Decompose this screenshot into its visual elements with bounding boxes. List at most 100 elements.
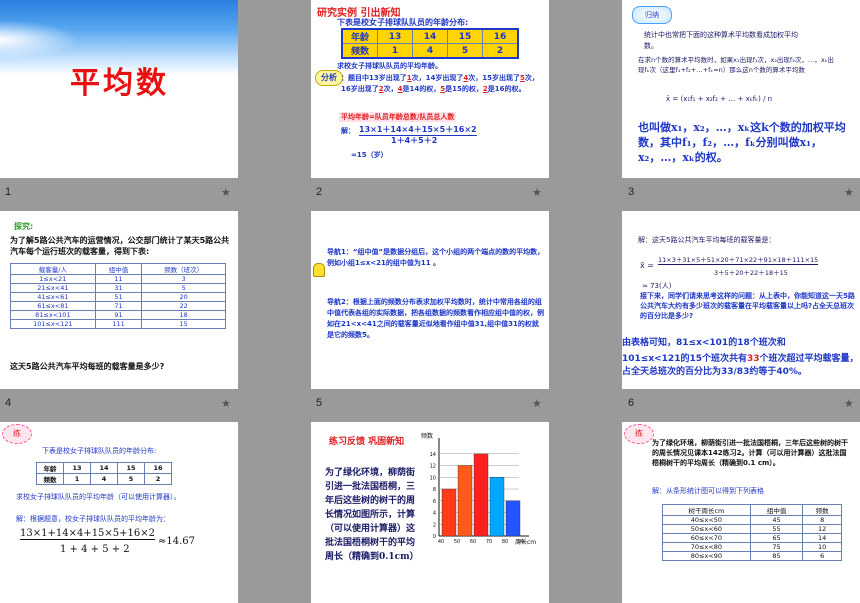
- table-cell: 6: [802, 551, 842, 561]
- slide-number-4: 4: [5, 397, 12, 409]
- y-tick-label: 0: [433, 534, 436, 540]
- table-row: 81≤x<101 91 18: [10, 310, 226, 320]
- bar: [505, 500, 521, 537]
- table-cell: 4: [412, 43, 448, 59]
- slide-2-thumbnail[interactable]: 研究实例 引出新知 下表是校女子排球队队员的年龄分布: 年龄 13 14 15 …: [311, 0, 549, 178]
- column-header: 组中值: [749, 504, 804, 516]
- table-cell: 1: [63, 473, 91, 485]
- column-header: 树干周长cm: [662, 504, 751, 516]
- slide-title: 平均数: [70, 66, 169, 101]
- slide-6-thumbnail[interactable]: 解：这天5路公共汽车平均每班的载客量是： x̄ = 11×3＋31×5＋51×2…: [622, 211, 860, 389]
- table-cell: 年龄: [36, 462, 64, 474]
- table-cell: 10: [802, 542, 842, 552]
- slide-star-icon[interactable]: ★: [221, 186, 231, 199]
- table-cell: 81≤x<101: [10, 310, 96, 320]
- analysis-text: ：题目中13岁出现了1次，14岁出现了4次，15岁出现了5次，16岁出现了2次，…: [341, 73, 546, 95]
- age-table: 年龄 13 14 15 16 频数 1 4 5 2: [36, 462, 172, 485]
- table-cell: 年龄: [341, 28, 378, 44]
- summary-badge: 归纳: [632, 6, 672, 24]
- solution-intro: 解：这天5路公共汽车平均每班的载客量是：: [638, 236, 776, 244]
- table-cell: 18: [141, 310, 226, 320]
- table-cell: 频数: [341, 43, 378, 59]
- table-cell: 14: [412, 28, 448, 44]
- table-cell: 61≤x<81: [10, 301, 96, 311]
- solution-label: 解：: [341, 127, 355, 135]
- table-row: 61≤x<81 71 22: [10, 301, 226, 311]
- lightbulb-icon: [313, 263, 325, 277]
- slide-star-icon[interactable]: ★: [844, 186, 854, 199]
- slide-star-icon[interactable]: ★: [532, 397, 542, 410]
- bar: [489, 477, 505, 537]
- table-row: 60≤x<70 65 14: [662, 533, 842, 543]
- table-cell: 14: [802, 533, 842, 543]
- slide-star-icon[interactable]: ★: [532, 186, 542, 199]
- column-header: 频数（班次）: [141, 263, 226, 275]
- slide-4-thumbnail[interactable]: 探究: 为了解5路公共汽车的运营情况，公交部门统计了某天5路公共汽车每个运行班次…: [0, 211, 238, 389]
- slide-number-5: 5: [316, 397, 323, 409]
- slide-star-icon[interactable]: ★: [844, 397, 854, 410]
- table-cell: 50≤x<60: [662, 524, 751, 534]
- bar: [441, 488, 457, 537]
- x-tick-label: 70: [486, 539, 492, 545]
- table-cell: 1: [377, 43, 413, 59]
- bar: [457, 465, 473, 537]
- slide-3-thumbnail[interactable]: 归纳 统计中也常把下面的这种算术平均数看成加权平均数。 在求n个数的算术平均数时…: [622, 0, 860, 178]
- trunk-table: 树干周长cm 组中值 频数 40≤x<50 45 8 50≤x<60 55 12 60≤…: [662, 504, 842, 561]
- table-cell: 31: [94, 283, 143, 293]
- table-cell: 22: [141, 301, 226, 311]
- text-fragment: 是14的权，: [402, 85, 441, 93]
- section-heading: 练习反馈 巩固新知: [329, 437, 405, 447]
- solution-label: 解：从条形统计图可以得到下列表格: [652, 487, 764, 495]
- table-cell: 2: [482, 43, 519, 59]
- table-header-row: 树干周长cm 组中值 频数: [662, 504, 842, 516]
- text-fragment: 次，15岁出现了: [468, 74, 520, 82]
- x-tick-label: 80: [502, 539, 508, 545]
- table-cell: 5: [447, 43, 483, 59]
- slide-star-icon[interactable]: ★: [221, 397, 231, 410]
- table-cell: 71: [94, 301, 143, 311]
- table-cell: 1≤x<21: [10, 274, 96, 284]
- slide-8-thumbnail[interactable]: 练习反馈 巩固新知 为了绿化环境，柳荫街引进一批法国梧桐，三年后这些树的树干的周…: [311, 422, 549, 603]
- explore-label: 探究:: [14, 222, 34, 231]
- table-cell: 51: [94, 292, 143, 302]
- fraction-numerator: 13×1+14×4+15×5+16×2: [20, 528, 155, 540]
- table-row: 70≤x<80 75 10: [662, 542, 842, 552]
- exercise-text: 为了绿化环境，柳荫街引进一批法国梧桐，三年后这些树的树干的周长情况如图所示，计算…: [325, 468, 419, 562]
- fraction-denominator: 1 + 4 + 5 + 2: [60, 544, 130, 555]
- analysis-badge: 分析: [315, 70, 343, 86]
- table-cell: 41≤x<61: [10, 292, 96, 302]
- slide-9-thumbnail[interactable]: 练 为了绿化环境，柳荫街引进一批法国梧桐，三年后这些树的树干的周长情况见课本14…: [622, 422, 860, 603]
- slide-5-thumbnail[interactable]: 导航1：“组中值”是数据分组后，这个小组的两个端点的数的平均数，例如小组1≤x<…: [311, 211, 549, 389]
- table-cell: 13: [377, 28, 413, 44]
- answer-line-1: 由表格可知，81≤x<101的18个班次和: [622, 338, 786, 348]
- table-row: 1≤x<21 11 3: [10, 274, 226, 284]
- table-cell: 15: [447, 28, 483, 44]
- table-cell: 4: [90, 473, 118, 485]
- table-cell: 111: [94, 319, 143, 329]
- text-fragment: 次，: [383, 85, 398, 93]
- slide-1-thumbnail[interactable]: 平均数: [0, 0, 238, 178]
- table-cell: 14: [90, 462, 118, 474]
- frequency-bar-chart: 频数 周长cm 02468101214 40 50 60 70 80 90: [421, 432, 536, 546]
- age-table: 年龄 13 14 15 16 频数 1 4 5 2: [341, 28, 519, 59]
- table-cell: 70≤x<80: [662, 542, 751, 552]
- table-row: 50≤x<60 55 12: [662, 524, 842, 534]
- slide-7-thumbnail[interactable]: 练 下表是校女子排球队队员的年龄分布: 年龄 13 14 15 16 频数 1 …: [0, 422, 238, 603]
- table-header-row: 载客量/人 组中值 频数（班次）: [10, 263, 226, 275]
- x-tick-label: 50: [454, 539, 460, 545]
- follow-up-question: 接下来，同学们请来思考这样的问题：从上表中，你能知道这一天5路公共汽车大约有多少…: [640, 292, 855, 320]
- answer-line-2: 101≤x<121的15个班次共有33个班次超过平均载客量，占全天总班次的百分比…: [622, 353, 860, 379]
- table-cell: 5: [117, 473, 145, 485]
- table-row: 21≤x<41 31 5: [10, 283, 226, 293]
- table-cell: 11: [94, 274, 143, 284]
- table-row: 41≤x<61 51 20: [10, 292, 226, 302]
- table-cell: 75: [749, 542, 804, 552]
- practice-badge: 练: [624, 424, 654, 444]
- table-cell: 13: [63, 462, 91, 474]
- fraction-denominator: 1＋4＋5＋2: [391, 136, 438, 145]
- x-tick-label: 60: [470, 539, 476, 545]
- bus-load-table: 载客量/人 组中值 频数（班次） 1≤x<21 11 3 21≤x<41 31 5 41…: [10, 263, 226, 329]
- column-header: 组中值: [94, 263, 143, 275]
- xbar-symbol: x̄ =: [640, 261, 654, 270]
- exercise-text: 为了绿化环境，柳荫街引进一批法国梧桐，三年后这些树的树干的周长情况见课本142练…: [652, 439, 848, 467]
